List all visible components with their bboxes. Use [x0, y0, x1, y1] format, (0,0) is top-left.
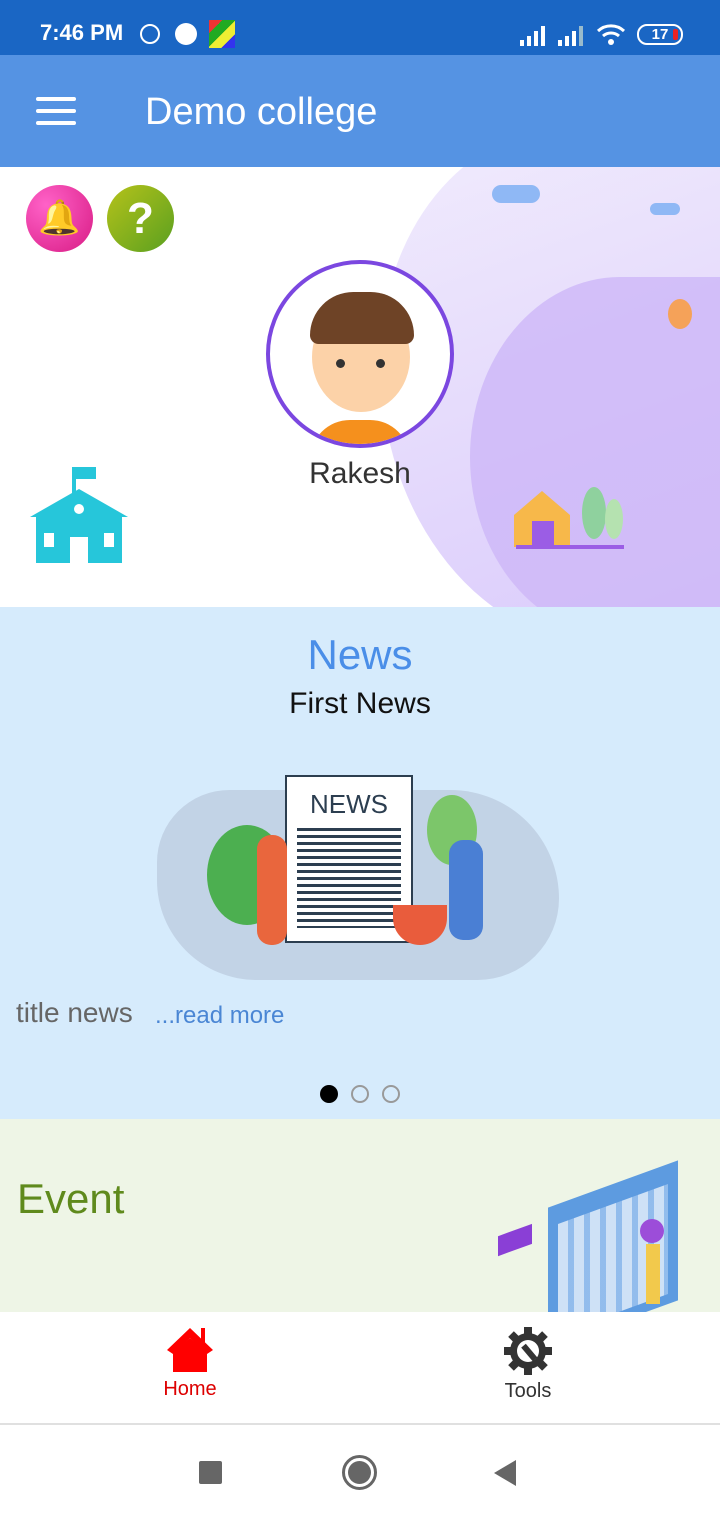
read-more-link[interactable]: ...read more — [155, 1002, 284, 1030]
nav-item-home[interactable]: Home — [140, 1326, 240, 1416]
back-button[interactable] — [494, 1460, 516, 1486]
status-bar: 7:46 PM 17 — [0, 0, 720, 55]
recents-button[interactable] — [199, 1461, 222, 1484]
battery-level: 17 — [651, 26, 669, 43]
nav-item-tools[interactable]: Tools — [478, 1326, 578, 1416]
signal-icon — [558, 26, 583, 46]
system-navigation-bar — [0, 1425, 720, 1520]
profile-header: 🔔 ? Rakesh — [0, 167, 720, 607]
help-button[interactable]: ? — [107, 185, 174, 252]
avatar[interactable] — [266, 260, 454, 448]
app-bar: Demo college — [0, 55, 720, 167]
ludo-app-icon — [209, 20, 235, 48]
cloud-icon — [650, 203, 680, 215]
carousel-dot[interactable] — [382, 1085, 400, 1103]
alarm-icon — [140, 24, 160, 44]
cloud-icon — [492, 185, 540, 203]
calendar-illustration — [498, 1160, 708, 1312]
nav-label-tools: Tools — [504, 1380, 552, 1402]
battery-icon: 17 — [637, 24, 683, 45]
news-carousel[interactable]: News First News NEWS title news ...read … — [0, 607, 720, 1119]
home-icon — [167, 1328, 213, 1372]
event-section[interactable]: Event — [0, 1119, 720, 1312]
wifi-icon — [596, 24, 626, 45]
carousel-dot-active[interactable] — [320, 1085, 338, 1103]
carousel-indicators — [320, 1085, 400, 1103]
news-illustration: NEWS — [157, 735, 559, 980]
news-item-title: First News — [289, 687, 431, 720]
newspaper-label: NEWS — [310, 789, 388, 819]
carousel-dot[interactable] — [351, 1085, 369, 1103]
notification-bell-button[interactable]: 🔔 — [26, 185, 93, 252]
school-icon — [30, 467, 128, 563]
hamburger-icon[interactable] — [36, 97, 76, 125]
news-heading: News — [307, 631, 413, 678]
jio-icon — [175, 23, 197, 45]
page-title: Demo college — [145, 91, 378, 133]
bottom-navigation: Home Tools — [0, 1312, 720, 1425]
nav-label-home: Home — [163, 1378, 217, 1400]
home-system-button[interactable] — [342, 1455, 377, 1490]
house-trees-illustration — [514, 487, 624, 549]
news-summary: title news — [16, 997, 133, 1028]
status-time: 7:46 PM — [40, 20, 124, 45]
moon-icon — [668, 299, 692, 329]
signal-icon — [520, 26, 545, 46]
event-heading: Event — [17, 1175, 125, 1222]
gear-wrench-icon — [504, 1327, 552, 1375]
